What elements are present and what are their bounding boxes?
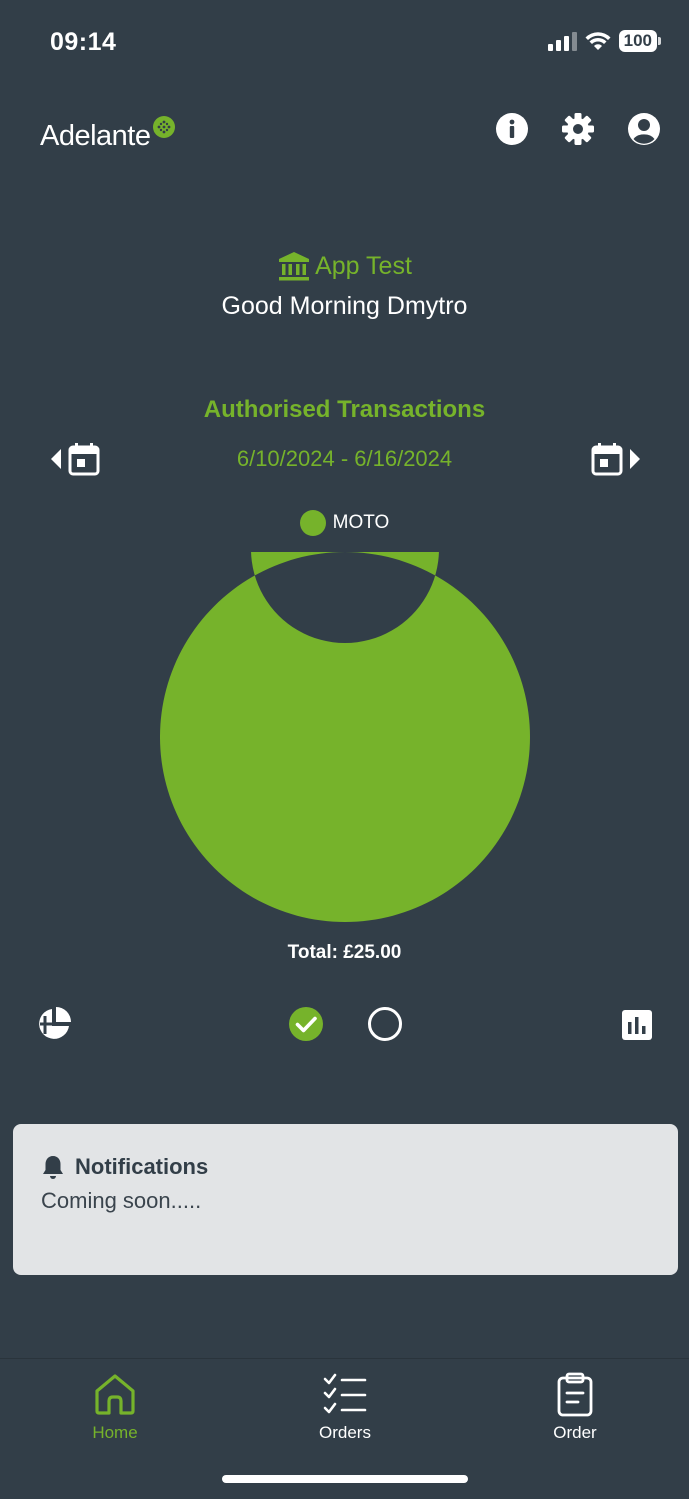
notifications-title: Notifications: [75, 1154, 209, 1179]
donut-chart[interactable]: [160, 552, 530, 922]
notifications-body: Coming soon.....: [41, 1188, 202, 1213]
chart-legend[interactable]: MOTO: [0, 510, 689, 536]
account-icon[interactable]: [627, 112, 661, 146]
home-indicator: [222, 1475, 468, 1483]
greeting-text: Good Morning Dmytro: [221, 292, 468, 320]
date-range[interactable]: 6/10/2024 - 6/16/2024: [0, 446, 689, 472]
gear-icon[interactable]: [561, 112, 595, 146]
merchant-name[interactable]: App Test: [0, 250, 689, 282]
tab-order-label: Order: [553, 1423, 597, 1442]
status-indicators: 100: [547, 30, 661, 52]
caret-right-icon: [630, 449, 640, 469]
adelante-logo: Adelante: [40, 116, 175, 153]
battery-icon: 100: [618, 30, 661, 52]
bar-chart-icon[interactable]: [620, 1008, 654, 1042]
logo-mark-icon: [152, 116, 175, 138]
legend-swatch-moto: [299, 510, 326, 536]
pie-chart-icon[interactable]: [36, 1006, 72, 1042]
total-amount: Total: £25.00: [287, 942, 402, 963]
battery-level: 100: [618, 30, 657, 52]
check-circle-icon[interactable]: [288, 1006, 324, 1042]
calendar-icon: [591, 443, 623, 476]
tab-orders-label: Orders: [319, 1423, 371, 1442]
tab-home-label: Home: [92, 1423, 138, 1442]
orders-list-icon: [323, 1373, 367, 1414]
notifications-header: Notifications: [41, 1154, 650, 1180]
home-icon: [95, 1374, 135, 1415]
legend-label-moto: MOTO: [332, 512, 390, 533]
merchant-label: App Test: [315, 251, 412, 280]
header-actions: [495, 112, 661, 146]
bell-icon: [43, 1156, 63, 1179]
wifi-icon: [585, 32, 611, 50]
logo-text: Adelante: [40, 120, 151, 152]
notifications-card: Notifications Coming soon.....: [13, 1124, 678, 1275]
tab-orders[interactable]: Orders: [275, 1371, 415, 1443]
transactions-title: Authorised Transactions: [203, 396, 486, 423]
next-period-button[interactable]: [591, 442, 641, 476]
empty-circle-icon[interactable]: [367, 1006, 403, 1042]
status-time: 09:14: [50, 28, 117, 56]
clipboard-icon: [557, 1372, 593, 1417]
tab-home[interactable]: Home: [45, 1371, 185, 1443]
bank-icon: [279, 252, 310, 281]
tab-order[interactable]: Order: [505, 1371, 645, 1443]
cell-signal-icon: [547, 31, 577, 51]
info-icon[interactable]: [495, 112, 529, 146]
